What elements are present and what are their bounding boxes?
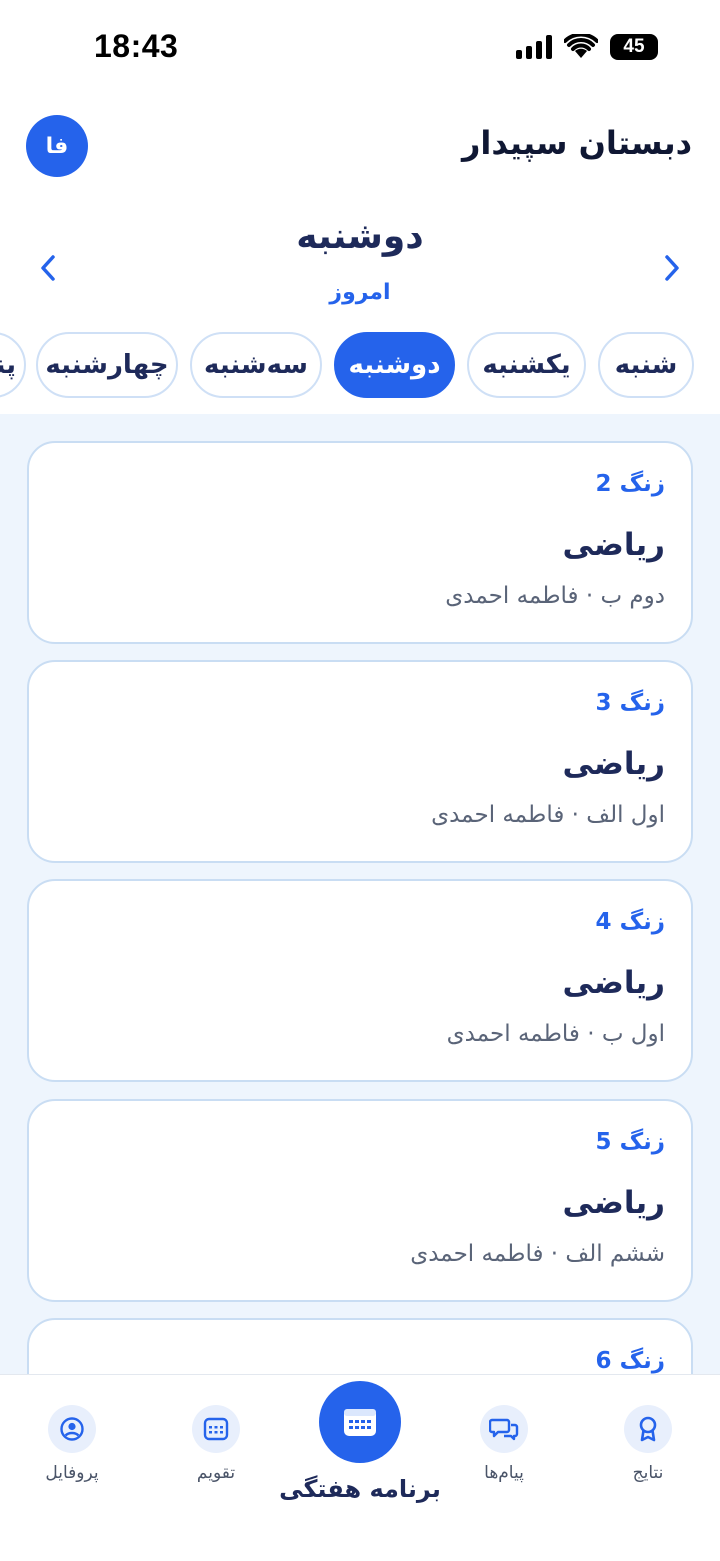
status-icons: 45 bbox=[516, 34, 658, 60]
language-button[interactable]: فا bbox=[26, 115, 88, 177]
chevron-left-icon bbox=[41, 255, 55, 281]
bell-label: زنگ 3 bbox=[595, 690, 665, 716]
today-label: امروز bbox=[329, 280, 391, 305]
class-teacher: اول ب · فاطمه احمدی bbox=[446, 1021, 665, 1047]
subject-name: ریاضی bbox=[562, 965, 665, 1001]
bell-label: زنگ 4 bbox=[595, 909, 665, 935]
award-icon bbox=[624, 1405, 672, 1453]
next-day-button[interactable] bbox=[652, 246, 692, 290]
nav-profile-label: پروفایل bbox=[45, 1463, 99, 1483]
day-chips: شنبه یکشنبه دوشنبه سه‌شنبه چهارشنبه پنجش… bbox=[0, 330, 720, 400]
schedule-card[interactable]: زنگ 2 ریاضی دوم ب · فاطمه احمدی bbox=[27, 441, 693, 644]
day-title: دوشنبه bbox=[296, 216, 424, 257]
nav-calendar[interactable]: تقویم bbox=[161, 1405, 271, 1483]
subject-name: ریاضی bbox=[562, 1185, 665, 1221]
day-navigator: دوشنبه امروز bbox=[0, 210, 720, 320]
chevron-right-icon bbox=[665, 255, 679, 281]
day-chip-sunday[interactable]: یکشنبه bbox=[467, 332, 586, 398]
schedule-card[interactable]: زنگ 5 ریاضی ششم الف · فاطمه احمدی bbox=[27, 1099, 693, 1302]
status-time: 18:43 bbox=[94, 28, 179, 64]
chat-icon bbox=[480, 1405, 528, 1453]
nav-results[interactable]: نتایج bbox=[593, 1405, 703, 1483]
schedule-card[interactable]: زنگ 3 ریاضی اول الف · فاطمه احمدی bbox=[27, 660, 693, 863]
class-teacher: اول الف · فاطمه احمدی bbox=[431, 802, 665, 828]
nav-calendar-label: تقویم bbox=[196, 1463, 236, 1483]
bell-label: زنگ 5 bbox=[595, 1129, 665, 1155]
day-chip-thursday[interactable]: پنجشنبه bbox=[0, 332, 26, 398]
signal-icon bbox=[516, 35, 552, 59]
class-teacher: ششم الف · فاطمه احمدی bbox=[410, 1241, 665, 1267]
battery-icon: 45 bbox=[610, 34, 658, 60]
schedule-card[interactable]: زنگ 4 ریاضی اول ب · فاطمه احمدی bbox=[27, 879, 693, 1082]
schedule-list: زنگ 2 ریاضی دوم ب · فاطمه احمدی زنگ 3 ری… bbox=[0, 414, 720, 1374]
class-teacher: دوم ب · فاطمه احمدی bbox=[445, 583, 665, 609]
status-bar: 18:43 45 bbox=[0, 0, 720, 96]
user-icon bbox=[48, 1405, 96, 1453]
day-chip-wednesday[interactable]: چهارشنبه bbox=[36, 332, 178, 398]
app-header: دبستان سپیدار فا bbox=[0, 110, 720, 180]
weekly-schedule-button[interactable] bbox=[319, 1381, 401, 1463]
day-chip-monday[interactable]: دوشنبه bbox=[334, 332, 455, 398]
nav-messages[interactable]: پیام‌ها bbox=[449, 1405, 559, 1483]
subject-name: ریاضی bbox=[562, 527, 665, 563]
bottom-navigation: نتایج پیام‌ها برنامه هفتگی bbox=[0, 1374, 720, 1561]
bell-label: زنگ 6 bbox=[595, 1348, 665, 1374]
battery-level: 45 bbox=[623, 36, 645, 57]
bell-label: زنگ 2 bbox=[595, 471, 665, 497]
wifi-icon bbox=[564, 34, 598, 58]
schedule-card[interactable]: زنگ 6 bbox=[27, 1318, 693, 1374]
school-name: دبستان سپیدار bbox=[462, 124, 692, 162]
subject-name: ریاضی bbox=[562, 746, 665, 782]
day-chip-tuesday[interactable]: سه‌شنبه bbox=[190, 332, 322, 398]
day-chip-saturday[interactable]: شنبه bbox=[598, 332, 694, 398]
nav-profile[interactable]: پروفایل bbox=[17, 1405, 127, 1483]
calendar-icon bbox=[192, 1405, 240, 1453]
calendar-grid-icon bbox=[344, 1409, 376, 1436]
